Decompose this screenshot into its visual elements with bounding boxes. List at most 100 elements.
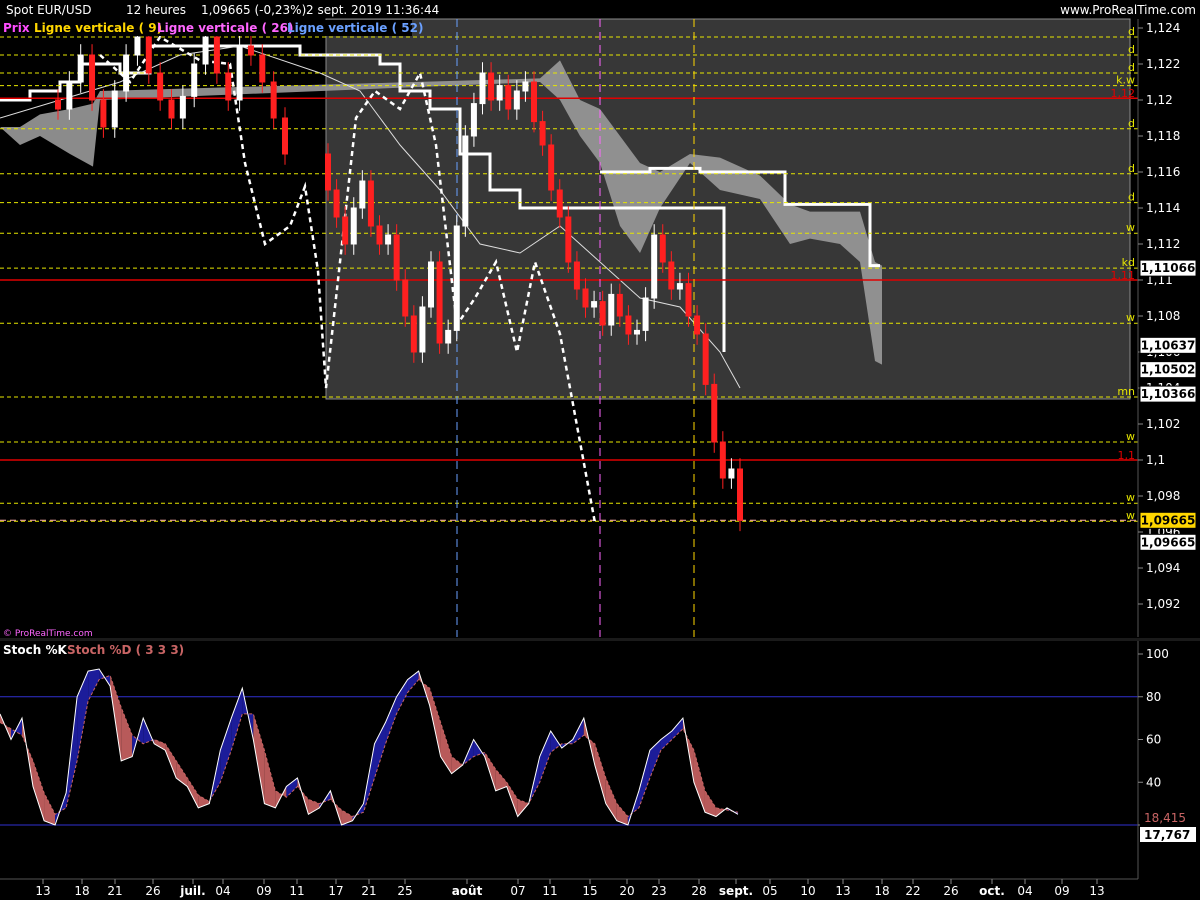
time-tick-label: 04: [215, 884, 230, 898]
candle-body: [282, 117, 288, 155]
candle-body: [393, 234, 400, 281]
candle-body: [470, 103, 477, 137]
candle-body: [77, 54, 84, 83]
price-tick-label: 1,118: [1146, 129, 1180, 143]
candle-body: [179, 95, 186, 119]
candle-body: [89, 54, 96, 101]
time-tick-label: 25: [397, 884, 412, 898]
level-tag: d: [1128, 117, 1135, 130]
level-tag: d: [1128, 61, 1135, 74]
legend-vline-52[interactable]: Ligne verticale ( 52): [287, 21, 423, 35]
price-tick-label: 1,114: [1146, 201, 1180, 215]
time-tick-label: 20: [619, 884, 634, 898]
time-tick-label: oct.: [979, 884, 1005, 898]
time-tick-label: 17: [328, 884, 343, 898]
price-badge-label: 1,11066: [1141, 261, 1196, 275]
time-tick-label: 13: [35, 884, 50, 898]
candle-body: [488, 72, 495, 101]
candle-body: [419, 306, 426, 353]
candle-body: [333, 189, 340, 218]
candle-body: [247, 45, 254, 56]
price-tick-label: 1,102: [1146, 417, 1180, 431]
red-level-tag: 1,12: [1111, 87, 1136, 100]
candle-body: [100, 99, 107, 128]
candle-body: [539, 121, 546, 146]
candle-body: [565, 216, 572, 263]
watermark: © ProRealTime.com: [3, 629, 93, 639]
level-tag: w: [1126, 430, 1135, 443]
level-tag: w: [1126, 491, 1135, 504]
candle-body: [642, 297, 649, 331]
candle-body: [676, 283, 683, 290]
time-tick-label: 28: [691, 884, 706, 898]
candle-body: [66, 81, 73, 110]
header-price-change: 1,09665 (-0,23%): [201, 3, 306, 17]
red-level-tag: 1,11: [1111, 269, 1136, 282]
price-tick-label: 1,12: [1146, 93, 1173, 107]
candle-body: [168, 99, 175, 119]
candle-body: [134, 36, 141, 56]
candle-body: [556, 189, 563, 218]
candle-body: [659, 234, 666, 263]
candle-body: [259, 54, 266, 83]
candle-body: [225, 72, 232, 101]
candle-body: [453, 225, 460, 331]
price-tick-label: 1,1: [1146, 453, 1165, 467]
time-tick-label: juil.: [179, 884, 205, 898]
header-datetime: 2 sept. 2019 11:36:44: [306, 3, 439, 17]
candle-body: [462, 135, 469, 227]
legend-vline-9[interactable]: Ligne verticale ( 9): [34, 21, 162, 35]
candle-body: [728, 468, 735, 479]
stoch-legend-k[interactable]: Stoch %K: [3, 643, 67, 657]
candle-body: [531, 81, 537, 123]
candle-body: [402, 279, 409, 317]
panel-separator[interactable]: [0, 638, 1200, 641]
candle-body: [270, 81, 277, 119]
price-tick-label: 1,094: [1146, 561, 1180, 575]
stoch-badge-d-label: 18,415: [1144, 811, 1186, 825]
candle-body: [651, 234, 658, 299]
candle-body: [496, 85, 503, 101]
time-tick-label: 10: [800, 884, 815, 898]
candle-body: [616, 293, 623, 317]
candle-body: [608, 293, 615, 326]
stoch-tick-label: 60: [1146, 733, 1161, 747]
level-tag: d: [1128, 191, 1135, 204]
candle-body: [157, 72, 164, 101]
time-tick-label: 22: [905, 884, 920, 898]
candle-body: [548, 144, 555, 191]
level-tag: d: [1128, 43, 1135, 56]
time-tick-label: 13: [1089, 884, 1104, 898]
candle-body: [522, 81, 529, 92]
candle-body: [359, 180, 366, 209]
stoch-badge-k-label: 17,767: [1144, 828, 1190, 842]
chart-canvas: Spot EUR/USD 12 heures 1,09665 (-0,23%) …: [0, 0, 1200, 898]
candle-body: [591, 301, 598, 308]
time-tick-label: 21: [361, 884, 376, 898]
candle-body: [342, 216, 349, 245]
level-tag: w: [1126, 509, 1135, 522]
stoch-tick-label: 40: [1146, 775, 1161, 789]
header-site[interactable]: www.ProRealTime.com: [1060, 3, 1196, 17]
candle-body: [479, 72, 486, 105]
price-tick-label: 1,116: [1146, 165, 1180, 179]
candle-body: [376, 225, 383, 245]
stoch-legend-d[interactable]: Stoch %D ( 3 3 3): [67, 643, 184, 657]
legend-vline-26[interactable]: Ligne verticale ( 26): [157, 21, 293, 35]
time-tick-label: 11: [542, 884, 557, 898]
stoch-tick-label: 80: [1146, 690, 1161, 704]
candle-body: [350, 207, 357, 245]
candle-body: [436, 261, 443, 344]
time-tick-label: 11: [289, 884, 304, 898]
level-tag: kd: [1122, 256, 1135, 269]
candle-body: [55, 99, 61, 110]
legend-price[interactable]: Prix: [3, 21, 30, 35]
stoch-axis: 100 80 60 40 18,415 17,767: [1138, 647, 1196, 842]
level-tag: k.w: [1116, 74, 1135, 87]
candle-body: [702, 333, 709, 385]
candle-body: [668, 261, 675, 290]
candle-body: [367, 180, 374, 227]
candle-body: [145, 36, 152, 74]
candle-body: [513, 90, 520, 110]
candle-body: [213, 36, 220, 74]
